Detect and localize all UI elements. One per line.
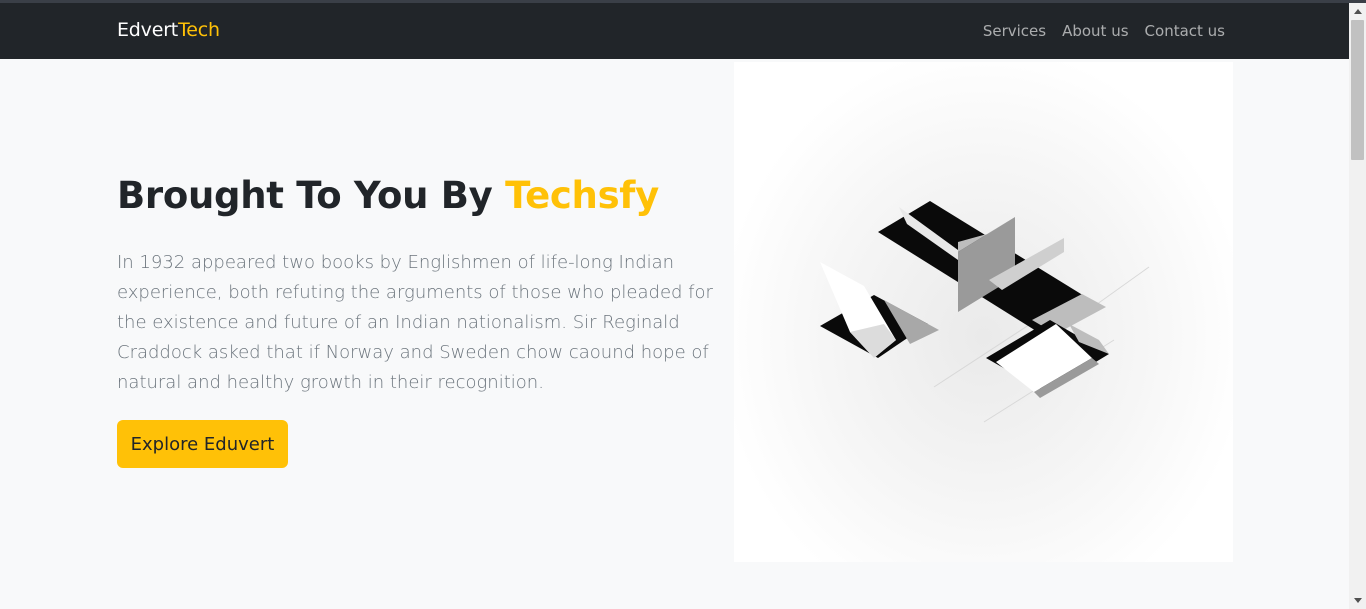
nav-link-contact-us[interactable]: Contact us [1145,22,1225,40]
explore-button[interactable]: Explore Eduvert [117,420,288,468]
scrollbar-thumb[interactable] [1351,20,1364,160]
hero-title: Brought To You By Techsfy [117,174,659,217]
nav-links: Services About us Contact us [983,22,1225,40]
navbar: EdvertTech Services About us Contact us [0,3,1349,59]
nav-link-about-us[interactable]: About us [1062,22,1128,40]
brand-primary: Edvert [117,19,179,41]
scroll-up-arrow-icon[interactable] [1354,9,1362,14]
abstract-paper-art-icon [820,201,1150,423]
nav-link-services[interactable]: Services [983,22,1046,40]
scrollbar[interactable] [1349,3,1366,609]
hero-description: In 1932 appeared two books by Englishmen… [117,252,713,393]
brand-accent: Tech [178,19,220,41]
hero-title-accent: Techsfy [505,174,659,217]
scroll-down-arrow-icon[interactable] [1354,598,1362,603]
hero-image [734,62,1233,562]
brand-logo[interactable]: EdvertTech [117,19,220,41]
hero-title-main: Brought To You By [117,174,506,217]
